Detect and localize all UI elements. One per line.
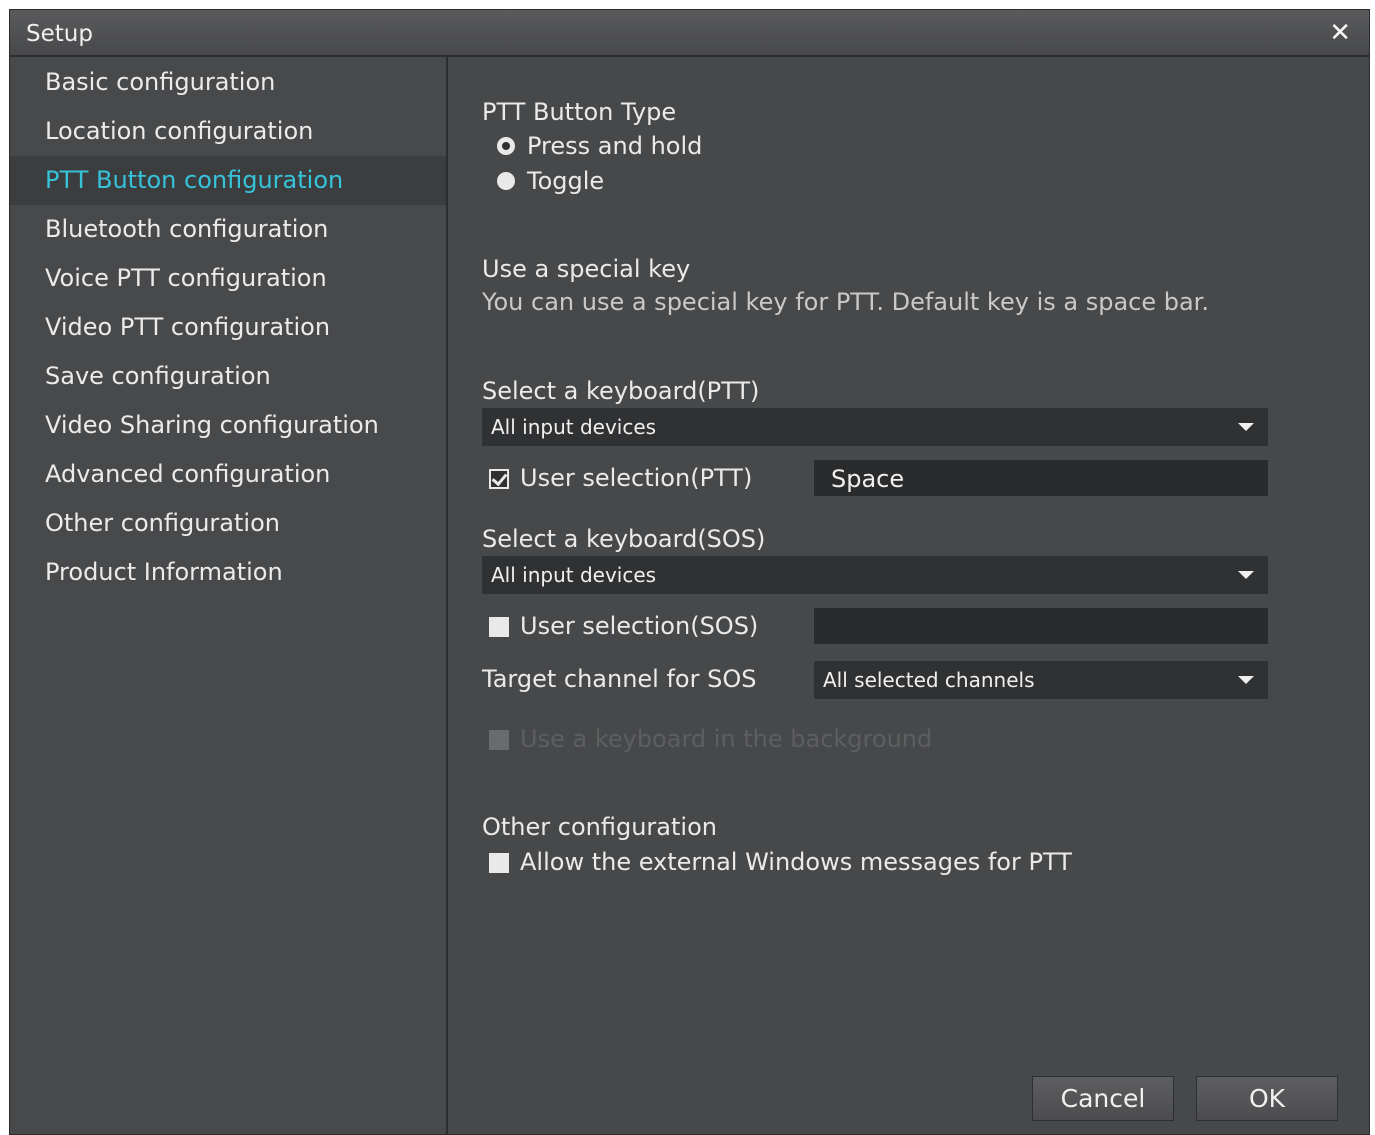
ptt-key-field[interactable]: Space [814, 460, 1268, 496]
user-selection-ptt-checkbox[interactable] [489, 469, 509, 489]
sos-keyboard-dropdown[interactable]: All input devices [482, 556, 1268, 594]
sidebar-item-ptt-button[interactable]: PTT Button configuration [10, 156, 446, 205]
title-bar[interactable]: Setup ✕ [10, 10, 1369, 57]
other-config-heading: Other configuration [482, 813, 717, 841]
sidebar-item-product-info[interactable]: Product Information [10, 548, 446, 597]
sos-target-value: All selected channels [823, 668, 1035, 692]
sidebar-item-video-sharing[interactable]: Video Sharing configuration [10, 401, 446, 450]
sidebar: Basic configuration Location configurati… [10, 57, 448, 1134]
ptt-keyboard-value: All input devices [491, 415, 657, 439]
chevron-down-icon [1238, 571, 1254, 579]
ptt-type-heading: PTT Button Type [482, 98, 677, 126]
window-title: Setup [26, 21, 93, 47]
user-selection-sos-label[interactable]: User selection(SOS) [520, 611, 758, 641]
setup-dialog: Setup ✕ Basic configuration Location con… [9, 9, 1370, 1135]
sidebar-item-other[interactable]: Other configuration [10, 499, 446, 548]
press-and-hold-label[interactable]: Press and hold [527, 131, 702, 161]
sidebar-item-basic[interactable]: Basic configuration [10, 58, 446, 107]
close-icon[interactable]: ✕ [1329, 18, 1351, 48]
sidebar-item-location[interactable]: Location configuration [10, 107, 446, 156]
sos-keyboard-label: Select a keyboard(SOS) [482, 525, 766, 553]
external-messages-checkbox[interactable] [489, 853, 509, 873]
chevron-down-icon [1238, 423, 1254, 431]
ok-button[interactable]: OK [1196, 1076, 1338, 1121]
ptt-keyboard-dropdown[interactable]: All input devices [482, 408, 1268, 446]
sidebar-item-video-ptt[interactable]: Video PTT configuration [10, 303, 446, 352]
background-keyboard-checkbox [489, 730, 509, 750]
external-messages-label[interactable]: Allow the external Windows messages for … [520, 847, 1072, 877]
toggle-radio[interactable] [497, 172, 515, 190]
settings-panel: PTT Button Type Press and hold Toggle Us… [448, 57, 1369, 1134]
background-keyboard-label: Use a keyboard in the background [520, 725, 933, 753]
special-key-description: You can use a special key for PTT. Defau… [482, 288, 1209, 316]
sidebar-item-voice-ptt[interactable]: Voice PTT configuration [10, 254, 446, 303]
sos-keyboard-value: All input devices [491, 563, 657, 587]
special-key-heading: Use a special key [482, 255, 691, 283]
toggle-label[interactable]: Toggle [527, 166, 604, 196]
sos-target-dropdown[interactable]: All selected channels [814, 661, 1268, 699]
chevron-down-icon [1238, 676, 1254, 684]
sos-key-field[interactable] [814, 608, 1268, 644]
ptt-key-value: Space [831, 465, 905, 493]
sos-target-label: Target channel for SOS [482, 665, 757, 693]
sidebar-item-bluetooth[interactable]: Bluetooth configuration [10, 205, 446, 254]
sidebar-item-advanced[interactable]: Advanced configuration [10, 450, 446, 499]
sidebar-item-save[interactable]: Save configuration [10, 352, 446, 401]
press-and-hold-radio[interactable] [497, 137, 515, 155]
ptt-keyboard-label: Select a keyboard(PTT) [482, 377, 760, 405]
cancel-button[interactable]: Cancel [1032, 1076, 1174, 1121]
user-selection-sos-checkbox[interactable] [489, 617, 509, 637]
user-selection-ptt-label[interactable]: User selection(PTT) [520, 463, 752, 493]
